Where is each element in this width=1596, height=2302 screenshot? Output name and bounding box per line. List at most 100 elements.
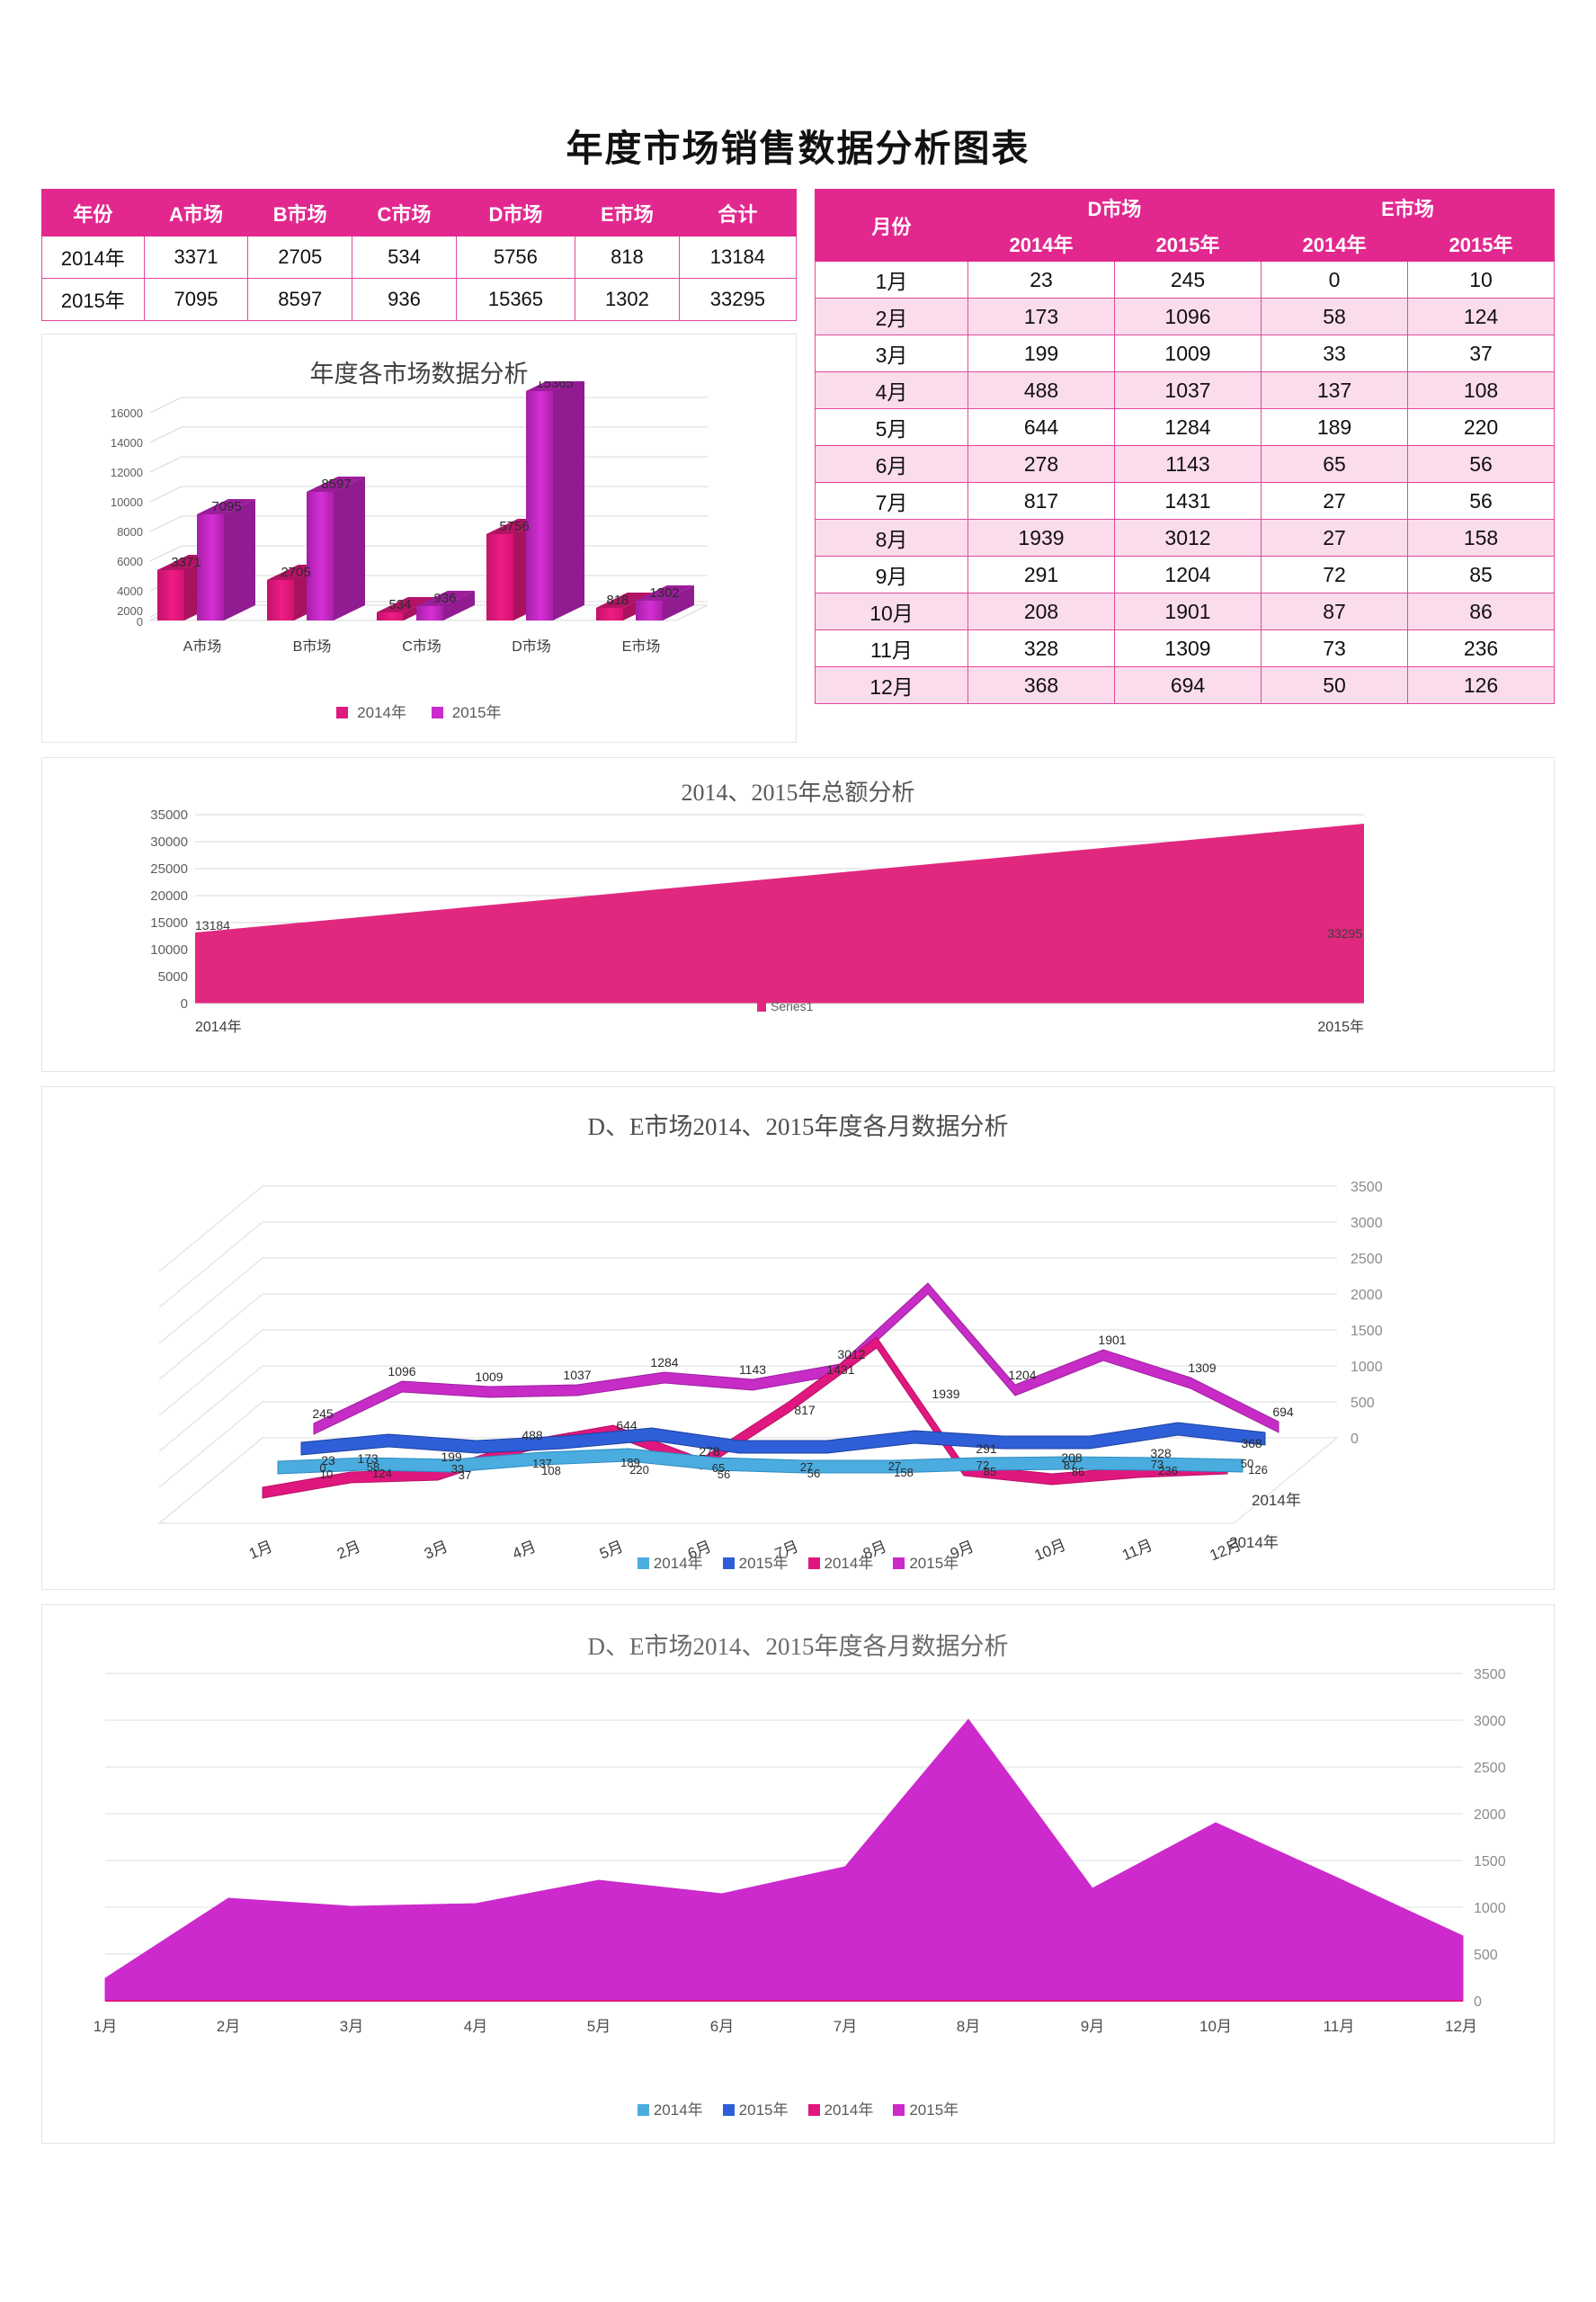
cell-e-2015: 108 xyxy=(1407,371,1555,409)
svg-text:1284: 1284 xyxy=(650,1355,678,1370)
cell-e-2015: 220 xyxy=(1407,408,1555,446)
cell-d-2014: 328 xyxy=(967,629,1115,667)
legend-label-d2015: 2015年 xyxy=(909,1555,959,1572)
svg-text:11月: 11月 xyxy=(1324,2018,1355,2035)
svg-text:2000: 2000 xyxy=(1474,1807,1506,1823)
table-row: 9月 291 1204 72 85 xyxy=(815,556,1555,593)
legend-item-e-2014: 2014年 xyxy=(637,1550,703,1573)
cell-month: 4月 xyxy=(815,371,968,409)
svg-text:0: 0 xyxy=(137,615,143,629)
svg-text:16000: 16000 xyxy=(111,406,143,420)
group-header-e-market: E市场 xyxy=(1261,189,1555,226)
legend-item-e-2015: 2015年 xyxy=(722,1550,789,1573)
cell-d-2015: 1037 xyxy=(1114,371,1262,409)
cell-month: 12月 xyxy=(815,666,968,704)
depth-axis-label-2: 2014年 xyxy=(1229,1534,1279,1551)
svg-text:1500: 1500 xyxy=(1474,1854,1506,1869)
col-header-e-2014: 2014年 xyxy=(1261,225,1408,262)
cell-month: 5月 xyxy=(815,408,968,446)
cell-e-2014: 137 xyxy=(1261,371,1408,409)
cell-e-2014: 33 xyxy=(1261,335,1408,372)
table-row: 12月 368 694 50 126 xyxy=(815,666,1555,704)
svg-text:12000: 12000 xyxy=(111,466,143,479)
total-chart-title: 2014、2015年总额分析 xyxy=(681,780,915,806)
legend-label-2014: 2014年 xyxy=(357,704,406,721)
cell-d-2015: 694 xyxy=(1114,666,1262,704)
cell-e-2015: 37 xyxy=(1407,335,1555,372)
svg-text:3371: 3371 xyxy=(171,555,201,570)
cell-d-2014: 199 xyxy=(967,335,1115,372)
svg-text:1309: 1309 xyxy=(1188,1361,1216,1375)
cell-d-2015: 1096 xyxy=(1114,298,1262,335)
cell-e-2014: 87 xyxy=(1261,593,1408,630)
cell-d: 5756 xyxy=(455,236,576,279)
cell-month: 2月 xyxy=(815,298,968,335)
cell-d-2015: 1431 xyxy=(1114,482,1262,520)
svg-text:12月: 12月 xyxy=(1445,2018,1477,2035)
svg-text:1月: 1月 xyxy=(94,2018,117,2035)
svg-text:E市场: E市场 xyxy=(622,638,661,655)
cell-month: 8月 xyxy=(815,519,968,557)
col-header-d-market: D市场 xyxy=(455,189,576,236)
svg-text:694: 694 xyxy=(1272,1405,1294,1419)
total-xlabel-2015: 2015年 xyxy=(1317,1019,1364,1035)
cell-e-2014: 65 xyxy=(1261,445,1408,483)
total-area-chart-panel: 2014、2015年总额分析 35000 30000 25000 20000 1… xyxy=(41,757,1555,1072)
total-label-2014: 13184 xyxy=(195,918,230,932)
total-chart-svg: 35000 30000 25000 20000 15000 10000 5000… xyxy=(150,807,1364,1035)
svg-text:10: 10 xyxy=(320,1468,333,1481)
svg-text:5756: 5756 xyxy=(499,519,529,534)
legend-swatch-e2015-icon xyxy=(722,2104,735,2116)
cell-d-2014: 368 xyxy=(967,666,1115,704)
legend-swatch-e2015-icon xyxy=(722,1557,735,1569)
svg-text:3月: 3月 xyxy=(340,2018,363,2035)
svg-text:3500: 3500 xyxy=(1351,1180,1383,1195)
svg-text:7月: 7月 xyxy=(834,2018,857,2035)
svg-text:0: 0 xyxy=(181,996,188,1012)
svg-text:7095: 7095 xyxy=(211,499,241,514)
bar-chart-plot: 16000 14000 12000 10000 8000 6000 4000 2… xyxy=(42,381,798,678)
total-xlabel-2014: 2014年 xyxy=(195,1019,242,1035)
svg-text:126: 126 xyxy=(1248,1463,1268,1477)
table-header-row: 年份 A市场 B市场 C市场 D市场 E市场 合计 xyxy=(41,189,798,236)
legend-item-d-2015: 2015年 xyxy=(893,1550,958,1573)
cell-a: 7095 xyxy=(143,278,249,321)
legend-item-d-2014: 2014年 xyxy=(807,1550,874,1573)
svg-text:8月: 8月 xyxy=(957,2018,980,2035)
svg-text:0: 0 xyxy=(1351,1432,1359,1447)
cell-a: 3371 xyxy=(143,236,249,279)
cell-d-2014: 23 xyxy=(967,261,1115,299)
cell-total: 33295 xyxy=(678,278,798,321)
svg-text:5000: 5000 xyxy=(158,969,188,985)
svg-text:3000: 3000 xyxy=(1351,1216,1383,1231)
cell-month: 11月 xyxy=(815,629,968,667)
svg-text:A市场: A市场 xyxy=(183,638,222,655)
svg-text:1000: 1000 xyxy=(1474,1901,1506,1916)
legend-label-d2014: 2014年 xyxy=(824,1555,874,1572)
svg-text:D市场: D市场 xyxy=(512,638,551,655)
cell-d-2014: 488 xyxy=(967,371,1115,409)
svg-text:368: 368 xyxy=(1241,1436,1262,1450)
cell-e-2015: 86 xyxy=(1407,593,1555,630)
svg-text:1500: 1500 xyxy=(1351,1324,1383,1339)
svg-text:10000: 10000 xyxy=(150,942,188,958)
legend-swatch-d2015-icon xyxy=(893,2104,905,2116)
svg-text:1037: 1037 xyxy=(563,1368,591,1382)
svg-text:1096: 1096 xyxy=(388,1364,415,1379)
legend-swatch-2014-icon xyxy=(336,707,349,718)
svg-text:936: 936 xyxy=(433,591,456,606)
svg-text:158: 158 xyxy=(894,1466,914,1479)
col-header-d-2014: 2014年 xyxy=(967,225,1115,262)
cell-month: 3月 xyxy=(815,335,968,372)
legend-label-e2015: 2015年 xyxy=(738,2101,789,2119)
cell-e-2014: 0 xyxy=(1261,261,1408,299)
cell-year: 2015年 xyxy=(41,278,145,321)
legend-label-e2014: 2014年 xyxy=(653,1555,703,1572)
col-header-e-2015: 2015年 xyxy=(1407,225,1555,262)
svg-text:6月: 6月 xyxy=(710,2018,734,2035)
report-page: 年度市场销售数据分析图表 年份 A市场 B市场 C市场 D市场 E市场 合计 2… xyxy=(0,0,1596,2302)
cell-year: 2014年 xyxy=(41,236,145,279)
area2d-chart-panel: D、E市场2014、2015年度各月数据分析 3500 3000 2500 20… xyxy=(41,1604,1555,2144)
col-header-b-market: B市场 xyxy=(247,189,353,236)
cell-month: 6月 xyxy=(815,445,968,483)
